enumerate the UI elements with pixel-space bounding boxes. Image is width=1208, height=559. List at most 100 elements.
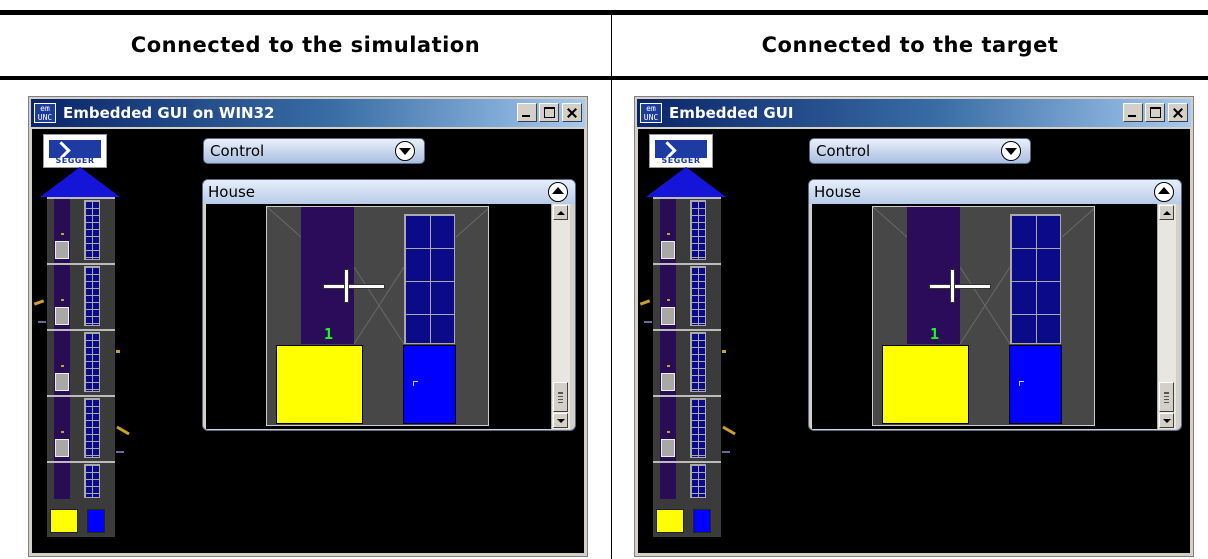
- control-label: Control: [210, 142, 265, 160]
- floor-windows: [1010, 214, 1061, 344]
- scroll-up-button[interactable]: [1159, 205, 1174, 220]
- swing-arm: [116, 350, 120, 353]
- gui-canvas: SEGGER Control House 1: [32, 129, 584, 553]
- building-roof: [646, 167, 726, 197]
- scroll-down-button[interactable]: [1159, 413, 1174, 428]
- elevator-scene: 1: [266, 206, 489, 426]
- floor: [653, 329, 721, 395]
- floor-number: 1: [930, 325, 940, 343]
- scroll-thumb[interactable]: [1159, 382, 1174, 412]
- scroll-down-button[interactable]: [553, 413, 568, 428]
- house-view: 1: [206, 204, 551, 429]
- floor: [47, 329, 115, 395]
- floor-windows: [690, 266, 706, 326]
- floor-indicator: [667, 365, 670, 367]
- app-icon[interactable]: em UNC: [34, 103, 56, 123]
- house-header[interactable]: House: [809, 180, 1181, 204]
- header-rule: [0, 76, 1208, 80]
- column-divider: [611, 15, 612, 559]
- house-view: 1: [812, 204, 1157, 429]
- door-mini: [693, 509, 711, 533]
- floor: [653, 263, 721, 329]
- floor-windows: [690, 464, 706, 498]
- elevator-car: [661, 373, 675, 391]
- elevator-car: [55, 307, 69, 325]
- floor-windows: [84, 200, 100, 260]
- vertical-scrollbar[interactable]: [1157, 204, 1176, 429]
- elevator-cabin-mini: [50, 509, 78, 533]
- elevator-car: [55, 373, 69, 391]
- floor-indicator: [667, 431, 670, 433]
- close-button[interactable]: [1168, 103, 1188, 122]
- expand-button[interactable]: [1001, 141, 1021, 161]
- expand-button[interactable]: [395, 141, 415, 161]
- title-bar[interactable]: em UNC Embedded GUI: [637, 99, 1191, 127]
- floor-windows: [84, 332, 100, 392]
- floor-ground: [47, 461, 115, 537]
- minimize-button[interactable]: [517, 103, 537, 122]
- floor: [47, 395, 115, 461]
- close-button[interactable]: [562, 103, 582, 122]
- floor-indicator: [61, 431, 64, 433]
- minimize-button[interactable]: [1123, 103, 1143, 122]
- window-title: Embedded GUI on WIN32: [63, 104, 275, 122]
- swing-arm: [722, 350, 726, 353]
- elevator-car: [661, 439, 675, 457]
- control-label: Control: [816, 142, 871, 160]
- house-header[interactable]: House: [203, 180, 575, 204]
- window-target: em UNC Embedded GUI SEGGER Control House…: [634, 96, 1194, 557]
- app-icon[interactable]: em UNC: [640, 103, 662, 123]
- floor-windows: [690, 398, 706, 458]
- segger-logo-text: SEGGER: [661, 156, 701, 165]
- floor-windows: [84, 266, 100, 326]
- swing-arm: [116, 425, 130, 436]
- building-overview: [47, 197, 115, 537]
- column-heading-simulation: Connected to the simulation: [130, 33, 481, 57]
- window-simulation: em UNC Embedded GUI on WIN32 SEGGER Cont…: [28, 96, 588, 557]
- counterweight: [38, 321, 46, 323]
- house-panel[interactable]: House 1: [202, 179, 576, 431]
- floor-windows: [404, 214, 455, 344]
- elevator-scene: 1: [872, 206, 1095, 426]
- elevator-car: [661, 307, 675, 325]
- elevator-cabin: [882, 345, 969, 424]
- crosshair-cursor-icon: [345, 270, 348, 302]
- swing-arm: [33, 299, 45, 306]
- swing-arm: [722, 425, 736, 436]
- floor: [653, 197, 721, 263]
- window-title: Embedded GUI: [669, 104, 794, 122]
- control-dropdown[interactable]: Control: [809, 138, 1031, 164]
- house-label: House: [814, 183, 862, 201]
- gui-canvas: SEGGER Control House 1: [638, 129, 1190, 553]
- counterweight: [722, 451, 730, 453]
- counterweight: [116, 451, 124, 453]
- floor-indicator: [61, 365, 64, 367]
- segger-logo: SEGGER: [43, 134, 107, 168]
- elevator-cabin: [276, 345, 363, 424]
- elevator-car: [55, 241, 69, 259]
- vertical-scrollbar[interactable]: [551, 204, 570, 429]
- collapse-button[interactable]: [1154, 182, 1174, 202]
- scroll-thumb[interactable]: [553, 382, 568, 412]
- house-panel[interactable]: House 1: [808, 179, 1182, 431]
- maximize-button[interactable]: [539, 103, 559, 122]
- control-dropdown[interactable]: Control: [203, 138, 425, 164]
- building-overview: [653, 197, 721, 537]
- scroll-up-button[interactable]: [553, 205, 568, 220]
- crosshair-cursor-icon: [951, 270, 954, 302]
- floor: [653, 395, 721, 461]
- elevator-car: [55, 439, 69, 457]
- floor-windows: [690, 332, 706, 392]
- segger-logo: SEGGER: [649, 134, 713, 168]
- floor-indicator: [61, 233, 64, 235]
- title-bar[interactable]: em UNC Embedded GUI on WIN32: [31, 99, 585, 127]
- maximize-button[interactable]: [1145, 103, 1165, 122]
- house-label: House: [208, 183, 256, 201]
- floor-windows: [690, 200, 706, 260]
- counterweight: [644, 321, 652, 323]
- door: [403, 345, 456, 424]
- floor: [47, 197, 115, 263]
- crosshair-cursor-icon: [930, 285, 990, 288]
- collapse-button[interactable]: [548, 182, 568, 202]
- elevator-shaft: [54, 463, 70, 499]
